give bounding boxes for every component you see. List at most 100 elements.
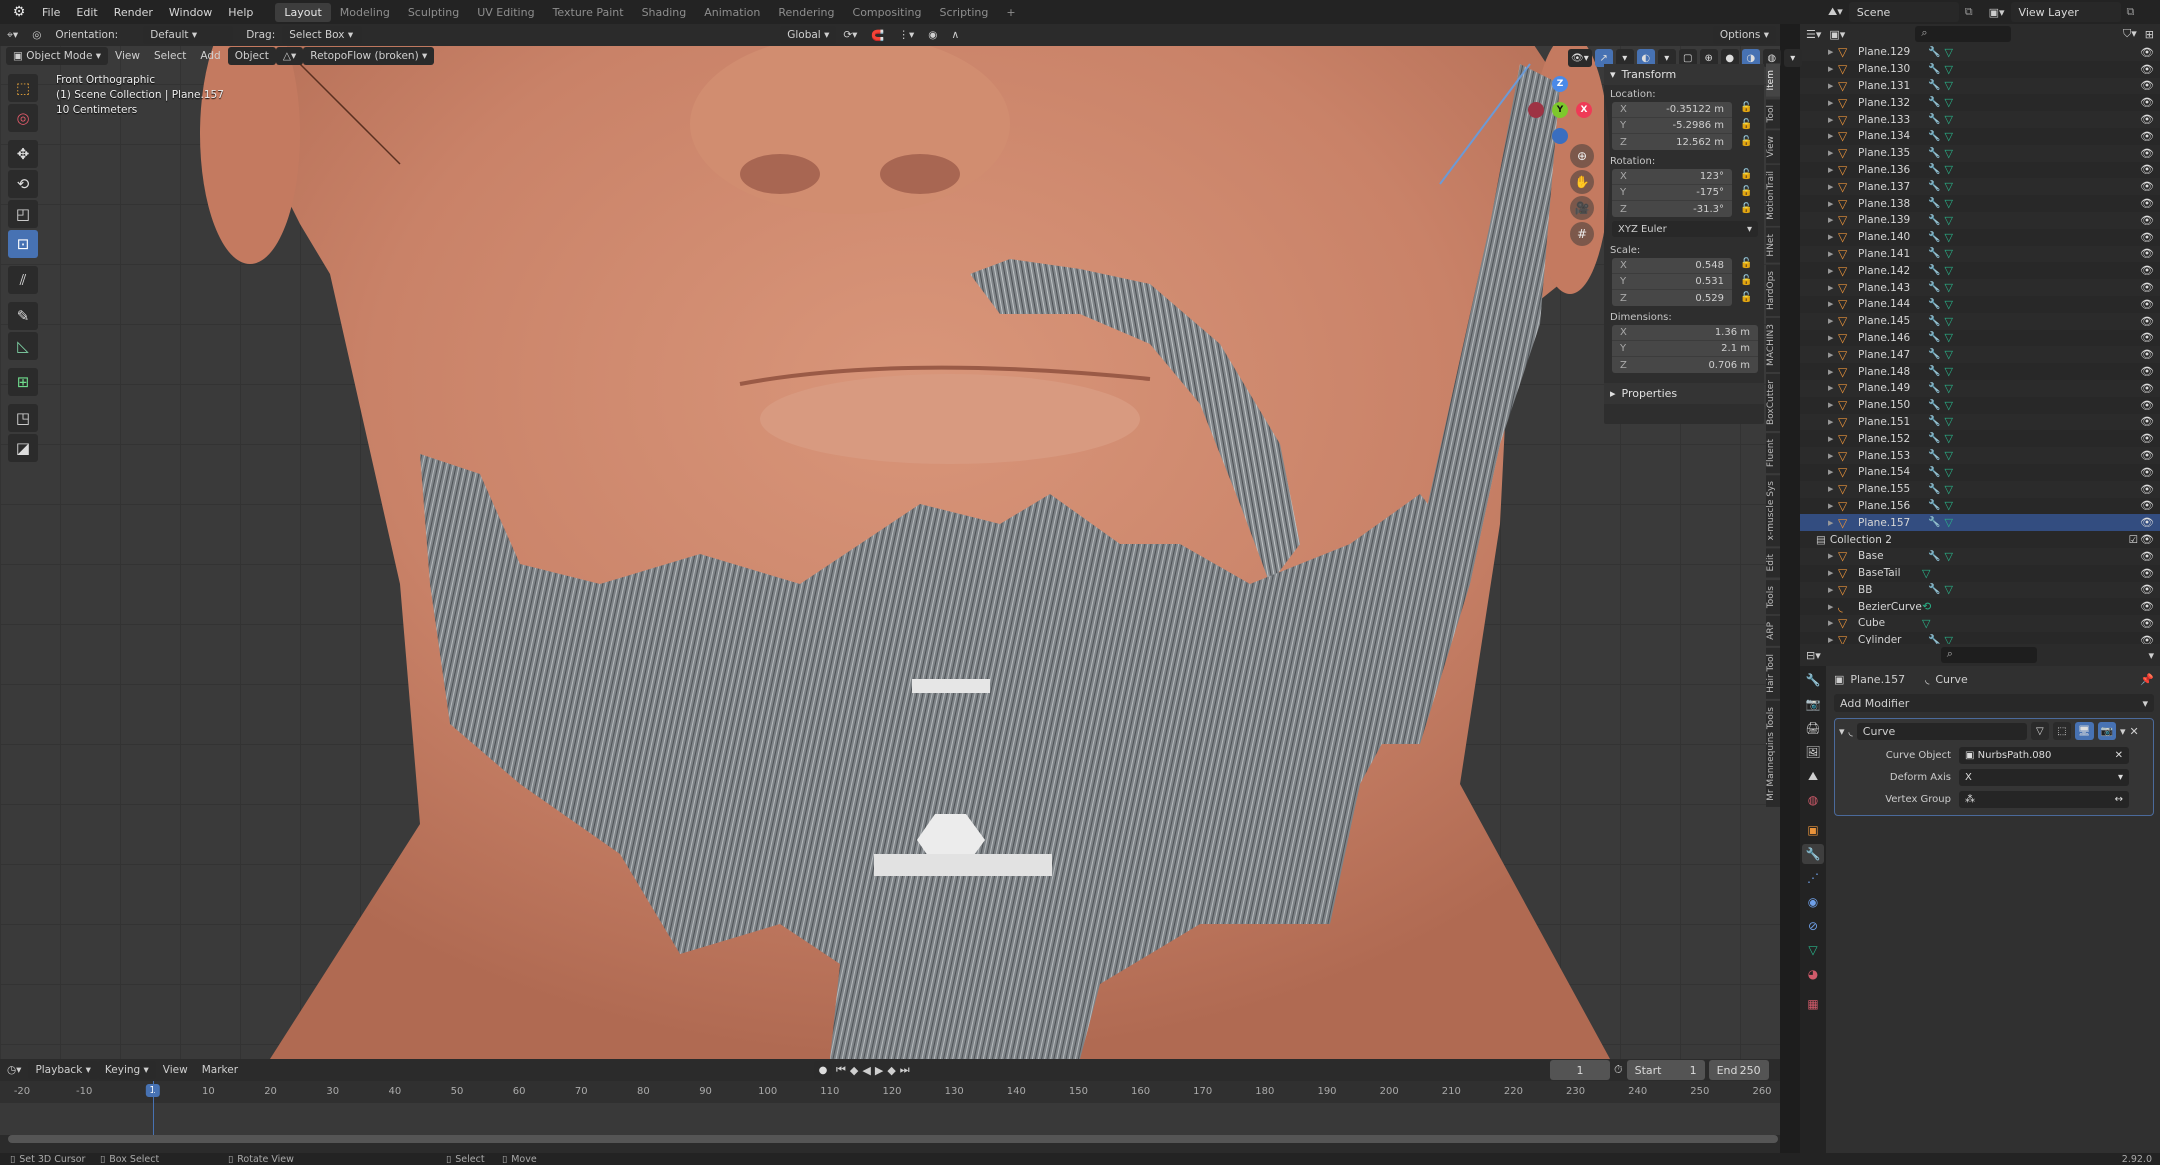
mesh-data-icon[interactable]: ▽ [1944, 466, 1952, 479]
modifier-icon[interactable]: 🔧 [1928, 282, 1940, 293]
visibility-eye-icon[interactable]: 👁 [2140, 483, 2154, 496]
visibility-eye-icon[interactable]: 👁 [2140, 567, 2154, 580]
remove-modifier-icon[interactable]: ✕ [2129, 725, 2138, 738]
menu-window[interactable]: Window [161, 6, 220, 19]
outliner-item[interactable]: ▶ ▽ Plane.149 🔧 ▽ 👁 [1800, 379, 2160, 397]
outliner-item[interactable]: ▶ ▽ Plane.155 🔧 ▽ 👁 [1800, 480, 2160, 498]
location-z-field[interactable]: Z 12.562 m [1612, 134, 1732, 150]
mesh-data-icon[interactable]: ▽ [1944, 550, 1952, 563]
physics-tab-icon[interactable]: ◉ [1802, 892, 1824, 912]
expand-arrow-icon[interactable]: ▶ [1828, 401, 1838, 409]
outliner-item[interactable]: ▶ ▽ Plane.141 🔧 ▽ 👁 [1800, 245, 2160, 263]
particles-tab-icon[interactable]: ⋰ [1802, 868, 1824, 888]
measure-icon[interactable]: ◺ [8, 332, 38, 360]
visibility-eye-icon[interactable]: 👁 [2140, 331, 2154, 344]
add-cube-icon[interactable]: ⊞ [8, 368, 38, 396]
mesh-data-icon[interactable]: ▽ [1944, 399, 1952, 412]
visibility-eye-icon[interactable]: 👁 [2140, 382, 2154, 395]
scale-icon[interactable]: ◰ [8, 200, 38, 228]
outliner-item[interactable]: ▶ ▽ Plane.130 🔧 ▽ 👁 [1800, 60, 2160, 78]
visibility-eye-icon[interactable]: 👁 [2140, 365, 2154, 378]
outliner-collection[interactable]: ▤ Collection 2 ☑ 👁 [1800, 531, 2160, 548]
workspace-tab-compositing[interactable]: Compositing [844, 3, 931, 22]
visibility-eye-icon[interactable]: 👁 [2140, 113, 2154, 126]
visibility-eye-icon[interactable]: 👁 [2140, 298, 2154, 311]
rotate-icon[interactable]: ⟲ [8, 170, 38, 198]
expand-arrow-icon[interactable]: ▶ [1828, 552, 1838, 560]
modifier-menu-icon[interactable]: ▾ [2120, 725, 2126, 738]
collapse-arrow-icon[interactable]: ▾ [1839, 725, 1845, 738]
expand-arrow-icon[interactable]: ▶ [1828, 216, 1838, 224]
mode-dropdown[interactable]: ▣ Object Mode ▾ [6, 47, 109, 65]
collection-checkbox[interactable]: ☑ [2129, 534, 2138, 546]
mesh-data-icon[interactable]: ▽ [1944, 214, 1952, 227]
outliner-item[interactable]: ▶ ▽ Plane.152 🔧 ▽ 👁 [1800, 430, 2160, 448]
scene-name-field[interactable]: Scene [1848, 2, 1959, 22]
scale-z-field[interactable]: Z 0.529 [1612, 290, 1732, 306]
timeline-track-area[interactable] [0, 1081, 1780, 1135]
mesh-data-icon[interactable]: ▽ [1944, 96, 1952, 109]
modifiers-tab-icon[interactable]: 🔧 [1802, 844, 1824, 864]
modifier-icon[interactable]: 🔧 [1928, 198, 1940, 209]
mesh-data-icon[interactable]: ▽ [1944, 516, 1952, 529]
expand-arrow-icon[interactable]: ▶ [1828, 502, 1838, 510]
visibility-eye-icon[interactable]: 👁 [2140, 247, 2154, 260]
sidebar-tab-fluent[interactable]: Fluent [1766, 432, 1780, 473]
add-workspace-button[interactable]: + [997, 3, 1024, 22]
mesh-data-icon[interactable]: ▽ [1944, 130, 1952, 143]
visibility-eye-icon[interactable]: 👁 [2140, 264, 2154, 277]
vertex-group-field[interactable]: ⁂ ↔ [1959, 790, 2129, 808]
lock-icon[interactable]: 🔓 [1740, 136, 1752, 152]
next-keyframe-icon[interactable]: ◆ [887, 1064, 895, 1077]
jump-start-icon[interactable]: ⏮ [836, 1063, 846, 1077]
sidebar-tab-boxcutter[interactable]: BoxCutter [1766, 373, 1780, 431]
expand-arrow-icon[interactable]: ▶ [1828, 569, 1838, 577]
mesh-data-icon[interactable]: ▽ [1944, 264, 1952, 277]
data-tab-icon[interactable]: ▽ [1802, 940, 1824, 960]
shape-icon[interactable]: △▾ [275, 47, 304, 65]
outliner-item[interactable]: ▶ ▽ Plane.135 🔧 ▽ 👁 [1800, 144, 2160, 162]
editor-type-icon[interactable]: ⌖▾ [0, 26, 25, 44]
menu-add[interactable]: Add [193, 47, 227, 65]
object-tab-icon[interactable]: ▣ [1802, 820, 1824, 840]
modifier-icon[interactable]: 🔧 [1928, 215, 1940, 226]
funnel-filter-icon[interactable]: ⛉▾ [2123, 27, 2137, 41]
transform-orientation-dropdown[interactable]: Global ▾ [780, 26, 837, 44]
gizmo-y-axis[interactable]: Y [1552, 102, 1568, 118]
visibility-eye-icon[interactable]: 👁 [2140, 197, 2154, 210]
expand-arrow-icon[interactable]: ▶ [1828, 334, 1838, 342]
visibility-eye-icon[interactable]: 👁 [2140, 281, 2154, 294]
visibility-eye-icon[interactable]: 👁 [2140, 163, 2154, 176]
modifier-icon[interactable]: 🔧 [1928, 584, 1940, 595]
clear-icon[interactable]: ✕ [2115, 750, 2123, 761]
outliner-item[interactable]: ▶ ▽ Plane.140 🔧 ▽ 👁 [1800, 228, 2160, 246]
visibility-eye-icon[interactable]: 👁 [2140, 214, 2154, 227]
sidebar-tab-tools[interactable]: Tools [1766, 579, 1780, 614]
lock-icon[interactable]: 🔓 [1740, 102, 1752, 118]
visibility-eye-icon[interactable]: 👁 [2140, 600, 2154, 613]
menu-view[interactable]: View [108, 47, 147, 65]
mesh-data-icon[interactable]: ▽ [1944, 113, 1952, 126]
mesh-data-icon[interactable]: ▽ [1944, 331, 1952, 344]
modifier-icon[interactable]: 🔧 [1928, 164, 1940, 175]
menu-render[interactable]: Render [106, 6, 161, 19]
new-collection-icon[interactable]: ⊞ [2145, 28, 2154, 41]
visibility-eye-icon[interactable]: 👁 [2140, 617, 2154, 630]
sidebar-tab-mr-mannequins-tools[interactable]: Mr Mannequins Tools [1766, 700, 1780, 807]
expand-arrow-icon[interactable]: ▶ [1828, 233, 1838, 241]
rotation-z-field[interactable]: Z -31.3° [1612, 201, 1732, 217]
modifier-icon[interactable]: 🔧 [1928, 299, 1940, 310]
expand-arrow-icon[interactable]: ▶ [1828, 452, 1838, 460]
visibility-eye-icon[interactable]: 👁 [2140, 46, 2154, 59]
expand-arrow-icon[interactable]: ▶ [1828, 183, 1838, 191]
outliner-item[interactable]: ▶ ▽ Plane.156 🔧 ▽ 👁 [1800, 497, 2160, 515]
drag-dropdown[interactable]: Select Box ▾ [282, 26, 363, 44]
lock-icon[interactable]: 🔓 [1740, 292, 1752, 308]
sidebar-tab-hair-tool[interactable]: Hair Tool [1766, 647, 1780, 699]
scene-tab-icon[interactable]: ⛰ [1802, 766, 1824, 786]
outliner-item[interactable]: ▶ ▽ Plane.138 🔧 ▽ 👁 [1800, 195, 2160, 212]
mesh-data-icon[interactable]: ▽ [1944, 583, 1952, 596]
output-tab-icon[interactable]: 🖨 [1802, 718, 1824, 738]
blender-logo-icon[interactable]: ⚙ [8, 1, 30, 23]
outliner-item[interactable]: ▶ ▽ Plane.136 🔧 ▽ 👁 [1800, 161, 2160, 179]
